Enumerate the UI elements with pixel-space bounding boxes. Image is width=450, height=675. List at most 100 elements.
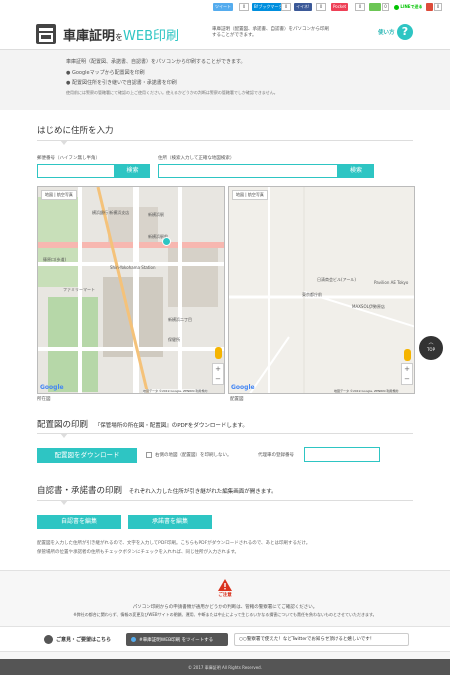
twitter-icon — [131, 637, 136, 642]
section-notch-icon — [60, 433, 68, 438]
zip-label: 郵便番号（ハイフン無し半角） — [37, 156, 100, 161]
map-place: Shin-Yokohama Station — [110, 265, 156, 270]
back-to-top-label: TOP — [426, 347, 435, 352]
map-place: 横浜銀行 新横浜支店 — [92, 210, 130, 215]
map-type-map[interactable]: 地図 — [236, 192, 244, 197]
layout-map-canvas — [229, 187, 414, 393]
location-map-caption: 所在図 — [37, 397, 51, 402]
map-type-toggle[interactable]: 地図 | 航空写真 — [232, 190, 268, 200]
intro-line-1: 車庫証明（配置図、承諾書、自認書）をパソコンから印刷することができます。 — [66, 59, 246, 65]
section-divider — [37, 433, 413, 434]
zip-input[interactable] — [37, 164, 115, 178]
docs-section-heading: 自認書・承諾書の印刷 — [37, 486, 123, 496]
map-zoom-control[interactable]: + − — [401, 363, 413, 385]
google-logo: Google — [231, 384, 255, 391]
hide-right-map-checkbox[interactable] — [146, 452, 152, 458]
map-type-toggle[interactable]: 地図 | 航空写真 — [41, 190, 77, 200]
map-place: 日清商会ビル(アール) — [317, 277, 356, 282]
hatena-count: 0 — [281, 3, 291, 11]
map-attribution: 地図データ ©2019 Google, ZENRIN 利用規約 — [143, 389, 208, 393]
caution-line-1: パソコン印刷からの申請書類が通用かどうかの判断は、管轄の警察署にてご確認ください… — [132, 605, 318, 610]
section-notch-icon — [60, 140, 68, 145]
address-section-title: はじめに住所を入力 — [37, 126, 114, 136]
download-layout-button[interactable]: 配置図をダウンロード — [37, 448, 137, 463]
section-divider — [37, 140, 413, 141]
zip-search-button[interactable]: 検索 — [115, 164, 150, 178]
contact-link[interactable]: ご意見・ご要望はこちら — [56, 636, 111, 643]
tweet-hashtag-label: #車庫証明WEB印刷 をツイートする — [139, 638, 214, 643]
site-title-main: 車庫証明 — [63, 29, 116, 44]
layout-section-heading: 配置図の印刷 — [37, 420, 89, 430]
map-type-satellite[interactable]: 航空写真 — [57, 192, 73, 197]
vehicle-number-input[interactable] — [304, 447, 380, 462]
section-notch-icon — [60, 500, 68, 505]
map-attribution: 地図データ ©2019 Google, ZENRIN 利用規約 — [334, 389, 399, 393]
warning-icon — [218, 579, 232, 591]
vehicle-number-label: 代理車の登録番号 — [258, 453, 294, 458]
back-to-top-button[interactable]: ︿ TOP — [419, 336, 443, 360]
help-icon[interactable]: ? — [397, 24, 413, 40]
map-place: MAXSOL伊勢原店 — [352, 304, 385, 309]
address-label: 住所（検索入力して正確な地図検索） — [158, 156, 235, 161]
street-view-icon[interactable] — [404, 349, 411, 361]
gplus-icon[interactable] — [426, 3, 433, 11]
caution-title: ご注意 — [218, 593, 232, 598]
layout-map[interactable]: 地図 | 航空写真 日清商会ビル(アール) Pavilion AE Tokyo … — [228, 186, 415, 394]
site-header: 車庫証明をWEB印刷 車庫証明（配置図、承諾書、自認書）をパソコンから印刷するこ… — [0, 16, 450, 50]
feedly-count: 0 — [382, 3, 389, 11]
header-tagline: 車庫証明（配置図、承諾書、自認書）をパソコンから印刷することができます。 — [212, 27, 329, 38]
intro-line-4: 使用前には警察の管轄署にて確認の上ご使用ください。使えるかどうかの判断は警察の管… — [66, 90, 278, 95]
map-place: 新横浜駅 — [148, 212, 164, 217]
line-label: LINEで送る — [400, 4, 423, 9]
intro-section: 車庫証明（配置図、承諾書、自認書）をパソコンから印刷することができます。 ● G… — [0, 50, 450, 110]
pocket-button[interactable]: Pocket — [331, 3, 349, 11]
garage-logo-icon[interactable] — [36, 24, 56, 44]
caution-line-2: ※弊社の都合に関わらず、情報の変更及びWEBサイトの閉鎖、運用、中断または中止に… — [73, 612, 377, 617]
tweet-count: 0 — [239, 3, 249, 11]
edit-consent-button[interactable]: 承諾書を編集 — [128, 515, 212, 529]
map-place: 篠原口(歩道) — [43, 257, 67, 262]
intro-bullet-2: ● 配置図住所を引き継いで自認書・承諾書を印刷 — [66, 80, 177, 86]
map-place: 新横浜二丁目 — [168, 317, 192, 322]
footer-area: ご注意 パソコン印刷からの申請書類が通用かどうかの判断は、管轄の警察署にてご確認… — [0, 570, 450, 675]
tweet-hashtag-button[interactable]: #車庫証明WEB印刷 をツイートする — [126, 633, 228, 646]
like-count: 0 — [316, 3, 326, 11]
intro-line-2: ● Googleマップから配置図を印刷 — [66, 69, 145, 76]
docs-note-1: 配置図を入力した住所が引き継がれるので、文字を入力してPDF印刷。こちらもPDF… — [37, 541, 311, 546]
site-title-wo: を — [115, 33, 124, 42]
hide-right-map-label: 右側の地図（配置図）を印刷しない。 — [155, 453, 232, 458]
street-view-icon[interactable] — [215, 347, 222, 359]
copyright-bar: © 2017 車庫証明 All Rights Reserved. — [0, 659, 450, 675]
line-icon — [394, 4, 399, 10]
map-zoom-control[interactable]: + − — [212, 363, 224, 385]
layout-section-sub: 『保管場所の所在図・配置図』のPDFをダウンロードします。 — [94, 423, 248, 429]
address-search-button[interactable]: 検索 — [338, 164, 374, 178]
site-title[interactable]: 車庫証明をWEB印刷 — [63, 25, 179, 44]
map-marker-icon[interactable] — [162, 237, 171, 246]
layout-map-caption: 配置図 — [230, 397, 244, 402]
contact-bar: ご意見・ご要望はこちら #車庫証明WEB印刷 をツイートする ○○警察署で使えた… — [0, 626, 450, 652]
hatena-button[interactable]: B!ブックマーク — [252, 3, 285, 11]
site-title-web: WEB印刷 — [123, 29, 180, 44]
address-input[interactable] — [158, 164, 338, 178]
docs-section-sub: それぞれ入力した住所が引き継がれた編集画面が開きます。 — [128, 489, 277, 495]
feedly-icon[interactable] — [369, 3, 381, 11]
like-button[interactable]: イイネ! — [294, 3, 312, 11]
map-type-satellite[interactable]: 航空写真 — [248, 192, 264, 197]
edit-self-cert-button[interactable]: 自認書を編集 — [37, 515, 121, 529]
location-map[interactable]: 地図 | 航空写真 横浜銀行 新横浜支店 新横浜駅 Shin-Yokohama … — [37, 186, 225, 394]
intro-bullet-1: ● Googleマップから配置図を印刷 — [66, 70, 145, 76]
map-place: 東京都庁前 — [302, 292, 322, 297]
docs-note-2: 保管場所の位置や承諾者の住所もチェックボタンにチェックを入れれば、同じ住所が入力… — [37, 550, 240, 555]
share-bar: ツイート 0 B!ブックマーク 0 イイネ! 0 Pocket 0 0 LINE… — [0, 0, 450, 16]
tweet-button[interactable]: ツイート — [213, 3, 233, 11]
section-divider — [37, 500, 413, 501]
mail-icon — [44, 635, 53, 644]
howto-link[interactable]: 使い方 — [378, 28, 395, 36]
intro-line-3: ● 配置図住所を引き継いで自認書・承諾書を印刷 — [66, 79, 177, 86]
map-place: Pavilion AE Tokyo — [374, 280, 409, 285]
line-button[interactable]: LINEで送る — [392, 3, 425, 11]
map-type-map[interactable]: 地図 — [45, 192, 53, 197]
gplus-count: 0 — [434, 3, 442, 11]
copyright-text: © 2017 車庫証明 All Rights Reserved. — [187, 665, 262, 670]
